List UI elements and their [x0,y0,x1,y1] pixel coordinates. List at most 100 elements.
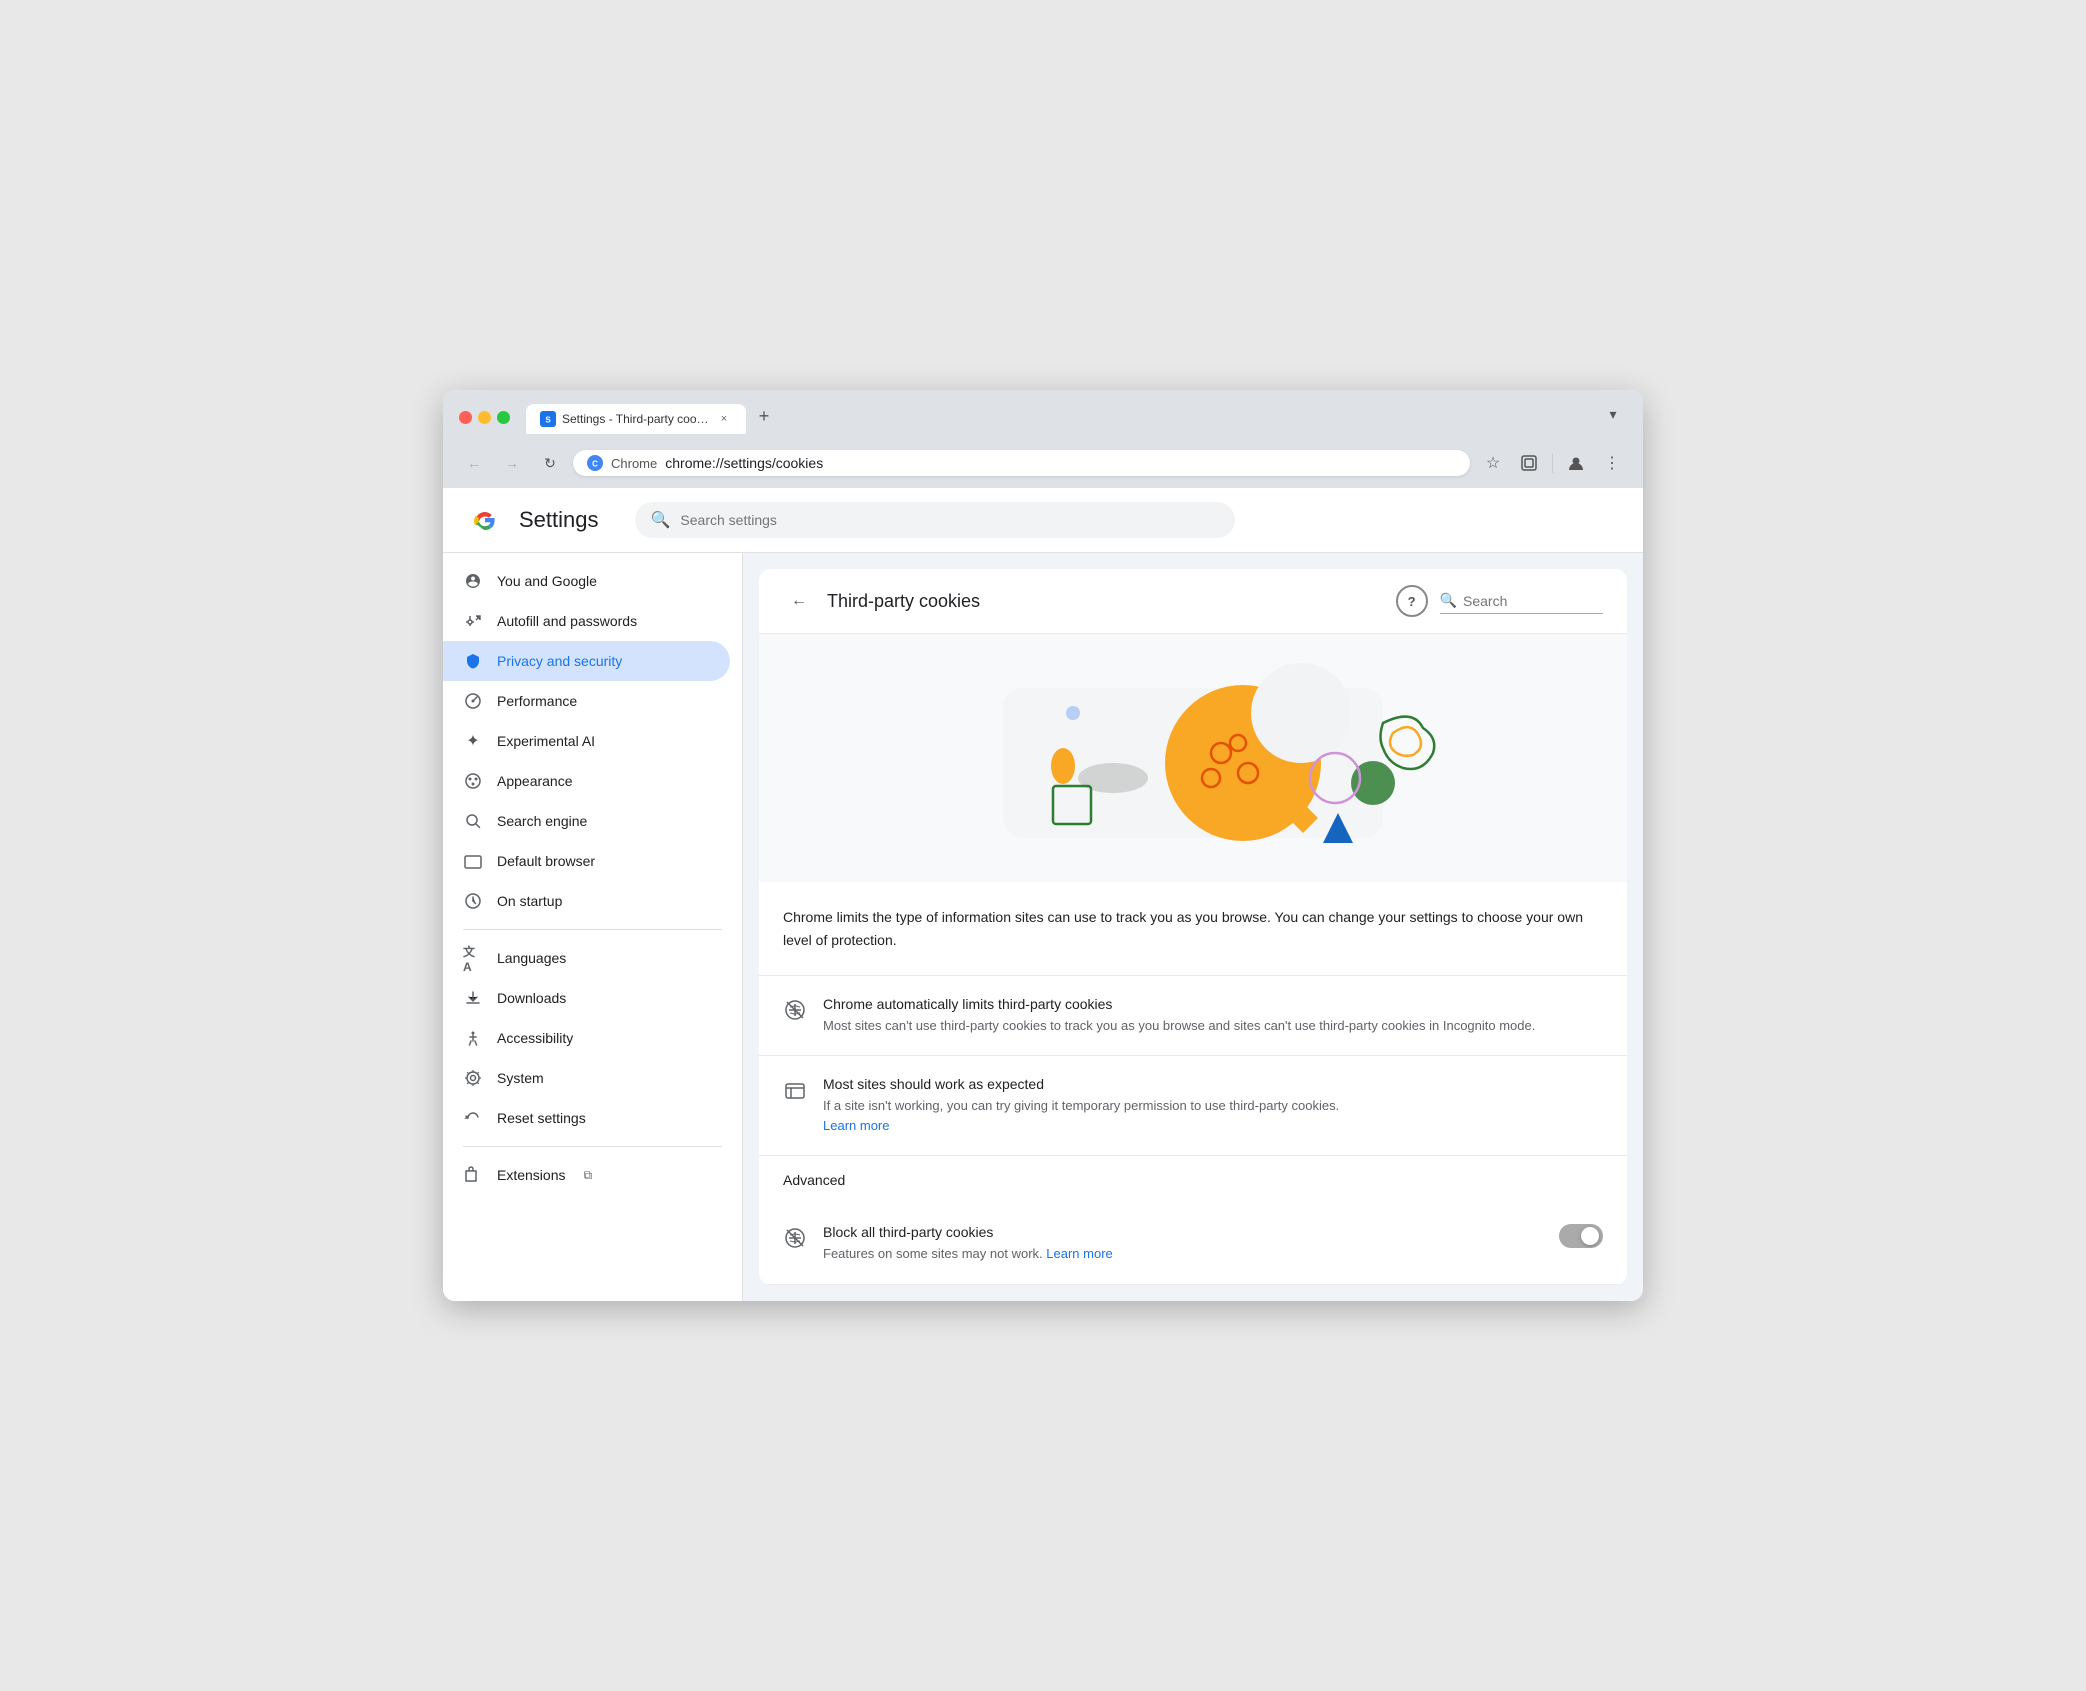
sidebar-divider-1 [463,929,722,930]
option-most-sites-desc: If a site isn't working, you can try giv… [823,1096,1603,1135]
address-favicon: C [587,455,603,471]
settings-title: Settings [519,507,599,533]
star-button[interactable]: ☆ [1478,448,1508,478]
learn-more-link-2[interactable]: Learn more [1046,1246,1112,1261]
settings-body: You and Google Autofill and passwords [443,553,1643,1301]
sidebar-label-appearance: Appearance [497,773,573,789]
help-button[interactable]: ? [1396,585,1428,617]
google-logo [467,502,503,538]
sidebar-label-default-browser: Default browser [497,853,595,869]
minimize-button[interactable] [478,411,491,424]
content-back-button[interactable]: ← [783,585,815,617]
reload-button[interactable]: ↻ [535,448,565,478]
privacy-icon [463,651,483,671]
settings-header: Settings 🔍 [443,488,1643,553]
toggle-block-all[interactable] [1559,1224,1603,1248]
address-url: chrome://settings/cookies [665,455,1456,471]
toolbar: ← → ↻ C Chrome chrome://settings/cookies… [443,442,1643,488]
fullscreen-button[interactable] [497,411,510,424]
tab-favicon: S [540,411,556,427]
content-search-icon: 🔍 [1440,592,1457,609]
close-button[interactable] [459,411,472,424]
address-bar[interactable]: C Chrome chrome://settings/cookies [573,450,1470,476]
svg-text:C: C [592,460,598,469]
sidebar-item-downloads[interactable]: Downloads [443,978,730,1018]
sidebar-label-performance: Performance [497,693,577,709]
sidebar-item-performance[interactable]: Performance [443,681,730,721]
external-link-icon: ⧉ [583,1168,592,1183]
reset-icon [463,1108,483,1128]
sidebar-label-languages: Languages [497,950,566,966]
new-tab-button[interactable]: + [750,402,778,430]
appearance-icon [463,771,483,791]
autofill-icon [463,611,483,631]
browser-window: S Settings - Third-party cookie × + ▾ ← … [443,390,1643,1301]
sidebar-label-system: System [497,1070,544,1086]
sidebar-item-default-browser[interactable]: Default browser [443,841,730,881]
sidebar-item-you-and-google[interactable]: You and Google [443,561,730,601]
content-title: Third-party cookies [827,591,1384,612]
settings-container: Settings 🔍 You and Google [443,488,1643,1301]
sidebar-label-search-engine: Search engine [497,813,587,829]
sidebar-item-system[interactable]: System [443,1058,730,1098]
option-block-all-desc: Features on some sites may not work. Lea… [823,1244,1543,1264]
sidebar-item-search-engine[interactable]: Search engine [443,801,730,841]
sidebar-item-experimental-ai[interactable]: ✦ Experimental AI [443,721,730,761]
experimental-ai-icon: ✦ [463,731,483,751]
toolbar-divider [1552,453,1553,473]
option-block-all: Block all third-party cookies Features o… [759,1204,1627,1285]
sidebar: You and Google Autofill and passwords [443,553,743,1301]
sidebar-item-reset[interactable]: Reset settings [443,1098,730,1138]
settings-search[interactable]: 🔍 [635,502,1235,538]
sidebar-item-on-startup[interactable]: On startup [443,881,730,921]
content-search[interactable]: 🔍 [1440,588,1603,614]
tab-bar: S Settings - Third-party cookie × + ▾ [526,400,1627,434]
back-button[interactable]: ← [459,448,489,478]
forward-button[interactable]: → [497,448,527,478]
option-auto-limit-desc: Most sites can't use third-party cookies… [823,1016,1603,1036]
tab-close-icon[interactable]: × [716,411,732,427]
extension-button[interactable] [1514,448,1544,478]
sidebar-divider-2 [463,1146,722,1147]
address-site: Chrome [611,456,657,471]
sidebar-label-extensions: Extensions [497,1167,565,1183]
sidebar-item-privacy[interactable]: Privacy and security [443,641,730,681]
toggle-knob [1581,1227,1599,1245]
svg-text:S: S [545,416,551,425]
toggle-switch[interactable] [1559,1224,1603,1248]
option-block-all-title: Block all third-party cookies [823,1224,1543,1240]
title-bar: S Settings - Third-party cookie × + ▾ [443,390,1643,442]
sidebar-label-reset: Reset settings [497,1110,586,1126]
content-search-input[interactable] [1463,593,1603,609]
option-auto-limit-text: Chrome automatically limits third-party … [823,996,1603,1036]
search-icon: 🔍 [651,510,671,530]
learn-more-link-1[interactable]: Learn more [823,1118,889,1133]
content-header: ← Third-party cookies ? 🔍 [759,569,1627,634]
content-card: ← Third-party cookies ? 🔍 [759,569,1627,1285]
tab-title: Settings - Third-party cookie [562,412,710,426]
menu-button[interactable]: ⋮ [1597,448,1627,478]
sidebar-item-appearance[interactable]: Appearance [443,761,730,801]
advanced-label: Advanced [783,1172,845,1188]
sidebar-label-you-and-google: You and Google [497,573,597,589]
sidebar-item-languages[interactable]: 文A Languages [443,938,730,978]
sidebar-item-extensions[interactable]: Extensions ⧉ [443,1155,730,1195]
you-and-google-icon [463,571,483,591]
profile-button[interactable] [1561,448,1591,478]
sidebar-item-autofill[interactable]: Autofill and passwords [443,601,730,641]
sidebar-label-on-startup: On startup [497,893,562,909]
block-all-icon [783,1226,807,1250]
main-content: ← Third-party cookies ? 🔍 [743,553,1643,1301]
tab-dropdown-button[interactable]: ▾ [1599,400,1627,428]
search-input[interactable] [680,512,1218,528]
cookie-illustration [759,634,1627,882]
default-browser-icon [463,851,483,871]
block-all-desc-text: Features on some sites may not work. [823,1246,1043,1261]
auto-limit-icon [783,998,807,1022]
advanced-header: Advanced [759,1156,1627,1204]
accessibility-icon [463,1028,483,1048]
option-most-sites: Most sites should work as expected If a … [759,1056,1627,1156]
sidebar-item-accessibility[interactable]: Accessibility [443,1018,730,1058]
active-tab[interactable]: S Settings - Third-party cookie × [526,404,746,434]
toolbar-icons: ☆ ⋮ [1478,448,1627,478]
